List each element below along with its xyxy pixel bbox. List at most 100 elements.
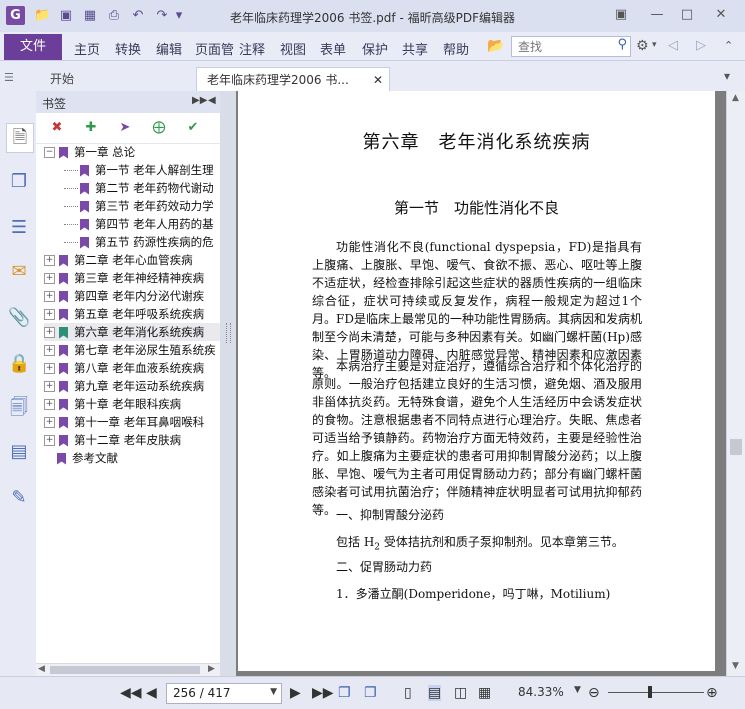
minimize-button[interactable]: — bbox=[648, 8, 666, 22]
panel-expand-icon[interactable]: ▶▶ bbox=[192, 95, 207, 106]
expand-icon[interactable]: + bbox=[44, 435, 55, 446]
menu-view[interactable]: 视图 bbox=[280, 39, 306, 58]
content-panel-icon[interactable]: ▤ bbox=[8, 441, 30, 463]
page-rotate-icon[interactable]: ❐ bbox=[338, 685, 351, 701]
menu-home[interactable]: 主页 bbox=[74, 39, 100, 58]
settings-gear-icon[interactable]: ⚙ bbox=[636, 38, 649, 54]
menu-convert[interactable]: 转换 bbox=[115, 39, 141, 58]
zoom-in-icon[interactable]: ⊕ bbox=[706, 685, 718, 701]
search-input[interactable] bbox=[516, 37, 610, 56]
two-page-continuous-icon[interactable]: ▦ bbox=[478, 685, 491, 701]
collapse-icon[interactable]: − bbox=[44, 147, 55, 158]
bookmark-item[interactable]: + 第三章 老年神经精神疾病 bbox=[44, 269, 220, 287]
settings-dropdown-icon[interactable]: ▾ bbox=[652, 40, 657, 50]
bookmark-item[interactable]: 第二节 老年药物代谢动 bbox=[64, 179, 214, 197]
bookmark-item[interactable]: + 第六章 老年消化系统疾病 bbox=[44, 323, 220, 341]
reflow-view-icon[interactable]: ❐ bbox=[364, 685, 377, 701]
bookmark-item[interactable]: + 第九章 老年运动系统疾病 bbox=[44, 377, 220, 395]
expand-icon[interactable]: + bbox=[44, 417, 55, 428]
menu-edit[interactable]: 编辑 bbox=[156, 39, 182, 58]
bookmark-item[interactable]: 第四节 老年人用药的基 bbox=[64, 215, 214, 233]
bookmark-item[interactable]: + 第七章 老年泌尿生殖系统疾 bbox=[44, 341, 220, 359]
bookmark-item[interactable]: + 第十章 老年眼科疾病 bbox=[44, 395, 220, 413]
bookmark-item[interactable]: 第五节 药源性疾病的危 bbox=[64, 233, 214, 251]
bookmark-item[interactable]: + 第八章 老年血液系统疾病 bbox=[44, 359, 220, 377]
next-page-icon[interactable]: ▶ bbox=[290, 685, 301, 701]
two-page-view-icon[interactable]: ◫ bbox=[454, 685, 467, 701]
expand-icon[interactable]: + bbox=[44, 399, 55, 410]
scroll-up-icon[interactable]: ▲ bbox=[732, 93, 739, 103]
attachments-icon[interactable]: 📎 bbox=[8, 307, 30, 329]
document-properties-icon[interactable]: 🗐 bbox=[8, 397, 30, 419]
menu-protect[interactable]: 保护 bbox=[362, 39, 388, 58]
menu-comment[interactable]: 注释 bbox=[239, 39, 265, 58]
zoom-dropdown-icon[interactable]: ▼ bbox=[574, 685, 581, 695]
scroll-left-icon[interactable]: ◀ bbox=[38, 664, 45, 674]
expand-icon[interactable]: + bbox=[44, 363, 55, 374]
search-field[interactable]: ⚲ bbox=[511, 36, 631, 57]
search-folder-icon[interactable]: 📂 bbox=[487, 38, 504, 54]
scroll-right-icon[interactable]: ▶ bbox=[208, 664, 215, 674]
menu-help[interactable]: 帮助 bbox=[443, 39, 469, 58]
expand-icon[interactable]: + bbox=[44, 309, 55, 320]
tab-start[interactable]: 开始 bbox=[40, 67, 180, 91]
expand-icon[interactable]: + bbox=[44, 255, 55, 266]
splitter-grip[interactable] bbox=[226, 323, 231, 343]
add-bookmark-icon[interactable]: ✚ bbox=[82, 119, 100, 137]
horizontal-scroll-thumb[interactable] bbox=[50, 666, 200, 674]
zoom-level[interactable]: 84.33% bbox=[518, 685, 564, 699]
bookmark-item[interactable]: + 第十二章 老年皮肤病 bbox=[44, 431, 220, 449]
expand-icon[interactable]: + bbox=[44, 273, 55, 284]
delete-bookmark-icon[interactable]: ✖ bbox=[48, 119, 66, 137]
bookmark-panel-icon[interactable]: 🗎 bbox=[6, 123, 34, 153]
first-page-icon[interactable]: ◀◀ bbox=[120, 685, 142, 701]
new-child-bookmark-icon[interactable]: ⨁ bbox=[150, 119, 168, 137]
bookmark-item[interactable]: 第一节 老年人解剖生理 bbox=[64, 161, 214, 179]
expand-icon[interactable]: + bbox=[44, 345, 55, 356]
nav-back-icon[interactable]: ◁ bbox=[668, 38, 678, 53]
panel-collapse-icon[interactable]: ◀ bbox=[208, 95, 216, 106]
page-number-field[interactable]: ▼ bbox=[166, 683, 282, 704]
continuous-view-icon[interactable]: ▤ bbox=[428, 685, 442, 701]
scroll-down-icon[interactable]: ▼ bbox=[732, 661, 739, 671]
restore-ribbon-icon[interactable]: ▣ bbox=[612, 8, 630, 22]
file-tab[interactable]: 文件 bbox=[4, 34, 62, 60]
zoom-slider-track[interactable] bbox=[608, 692, 704, 693]
zoom-out-icon[interactable]: ⊖ bbox=[588, 685, 600, 701]
nav-forward-icon[interactable]: ▷ bbox=[696, 38, 706, 53]
bookmark-item[interactable]: − 第一章 总论 bbox=[44, 143, 220, 161]
tab-close-icon[interactable]: ✕ bbox=[373, 68, 383, 92]
bookmark-item[interactable]: + 第五章 老年呼吸系统疾病 bbox=[44, 305, 220, 323]
page-number-input[interactable] bbox=[171, 685, 265, 701]
vertical-scroll-thumb[interactable] bbox=[730, 439, 742, 455]
bookmark-horizontal-scrollbar[interactable]: ◀ ▶ bbox=[36, 663, 220, 677]
maximize-button[interactable]: □ bbox=[678, 8, 696, 22]
expand-icon[interactable]: + bbox=[44, 291, 55, 302]
layers-icon[interactable]: ☰ bbox=[8, 217, 30, 239]
tab-list-menu-icon[interactable]: ☰ bbox=[4, 71, 16, 84]
tab-overflow-icon[interactable]: ▾ bbox=[724, 69, 730, 83]
ribbon-collapse-icon[interactable]: ⌃ bbox=[724, 39, 733, 52]
bookmark-item[interactable]: + 第二章 老年心血管疾病 bbox=[44, 251, 220, 269]
expand-icon[interactable]: + bbox=[44, 381, 55, 392]
bookmark-properties-icon[interactable]: ✔ bbox=[184, 119, 202, 137]
comments-icon[interactable]: ✉ bbox=[8, 261, 30, 283]
menu-share[interactable]: 共享 bbox=[402, 39, 428, 58]
menu-page-manage[interactable]: 页面管 bbox=[195, 39, 237, 58]
security-lock-icon[interactable]: 🔒 bbox=[8, 353, 30, 375]
zoom-slider-thumb[interactable] bbox=[648, 686, 652, 698]
page-thumbnails-icon[interactable]: ❐ bbox=[8, 171, 30, 193]
bookmark-item[interactable]: + 第十一章 老年耳鼻咽喉科 bbox=[44, 413, 220, 431]
bookmark-item[interactable]: 参考文献 bbox=[44, 449, 220, 467]
panel-splitter[interactable] bbox=[220, 91, 236, 676]
signature-icon[interactable]: ✎ bbox=[8, 487, 30, 509]
last-page-icon[interactable]: ▶▶ bbox=[312, 685, 334, 701]
expand-icon[interactable]: + bbox=[44, 327, 55, 338]
previous-page-icon[interactable]: ◀ bbox=[146, 685, 157, 701]
tab-document[interactable]: 老年临床药理学2006 书... ✕ bbox=[196, 67, 390, 92]
document-vertical-scrollbar[interactable]: ▲ ▼ bbox=[726, 91, 745, 676]
bookmark-item[interactable]: + 第四章 老年内分泌代谢疾 bbox=[44, 287, 220, 305]
close-button[interactable]: ✕ bbox=[712, 8, 730, 22]
page-dropdown-icon[interactable]: ▼ bbox=[270, 687, 277, 697]
search-icon[interactable]: ⚲ bbox=[617, 37, 627, 52]
